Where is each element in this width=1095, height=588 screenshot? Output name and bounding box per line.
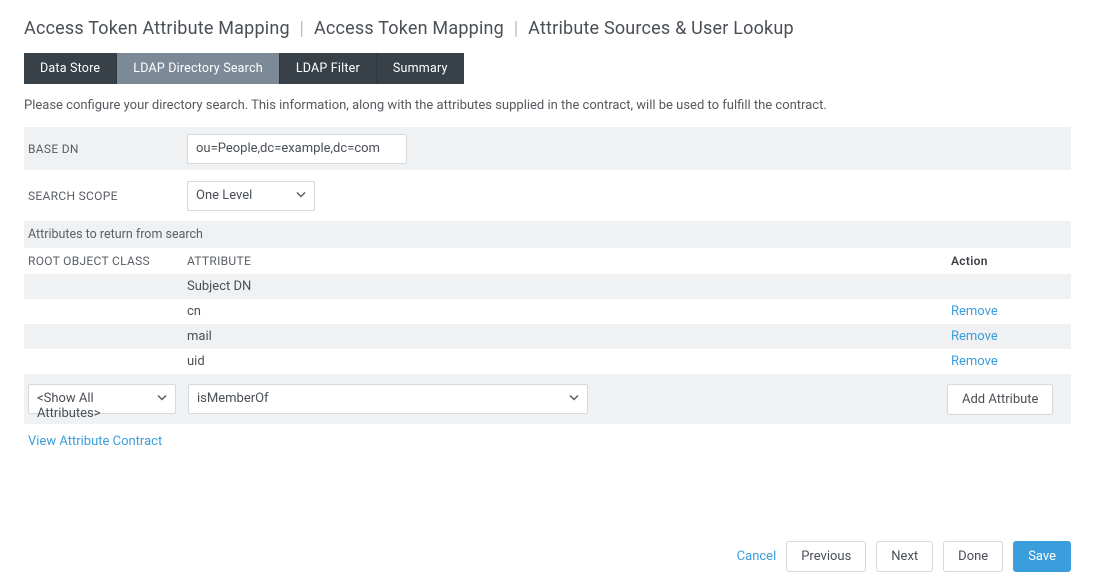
tab-ldap-filter[interactable]: LDAP Filter xyxy=(279,53,376,84)
footer-actions: Cancel Previous Next Done Save xyxy=(737,541,1071,572)
table-row: Subject DN xyxy=(24,274,1071,299)
col-header-action: Action xyxy=(951,254,1071,268)
row-base-dn: BASE DN xyxy=(24,127,1071,171)
next-button[interactable]: Next xyxy=(876,541,933,572)
view-contract-row: View Attribute Contract xyxy=(24,424,1071,449)
remove-link[interactable]: Remove xyxy=(951,304,998,319)
tab-data-store[interactable]: Data Store xyxy=(24,53,116,84)
col-header-root: ROOT OBJECT CLASS xyxy=(24,254,187,268)
table-row: mail Remove xyxy=(24,324,1071,349)
cell-attr: mail xyxy=(187,329,951,344)
save-button[interactable]: Save xyxy=(1013,541,1071,572)
previous-button[interactable]: Previous xyxy=(786,541,866,572)
done-button[interactable]: Done xyxy=(943,541,1003,572)
table-row: cn Remove xyxy=(24,299,1071,324)
view-attribute-contract-link[interactable]: View Attribute Contract xyxy=(28,434,162,449)
chevron-down-icon xyxy=(296,188,306,203)
table-row: uid Remove xyxy=(24,349,1071,374)
base-dn-input[interactable] xyxy=(187,134,407,164)
chevron-down-icon xyxy=(569,392,579,407)
tab-summary[interactable]: Summary xyxy=(376,53,464,84)
base-dn-label: BASE DN xyxy=(24,142,187,156)
cell-attr: Subject DN xyxy=(187,279,951,294)
tab-bar: Data Store LDAP Directory Search LDAP Fi… xyxy=(24,53,1071,84)
tab-ldap-directory-search[interactable]: LDAP Directory Search xyxy=(116,53,279,84)
remove-link[interactable]: Remove xyxy=(951,329,998,344)
breadcrumb-separator: | xyxy=(514,18,518,39)
cell-attr: cn xyxy=(187,304,951,319)
add-attribute-button[interactable]: Add Attribute xyxy=(947,384,1053,415)
breadcrumb-part-2: Access Token Mapping xyxy=(314,18,504,39)
root-class-select-value: <Show All Attributes> xyxy=(29,385,175,427)
breadcrumb: Access Token Attribute Mapping | Access … xyxy=(24,18,1071,39)
attribute-select-value: isMemberOf xyxy=(189,385,303,412)
row-search-scope: SEARCH SCOPE One Level xyxy=(24,171,1071,221)
search-scope-value: One Level xyxy=(188,182,286,209)
attributes-section-header: Attributes to return from search xyxy=(24,221,1071,248)
cell-attr: uid xyxy=(187,354,951,369)
attribute-select[interactable]: isMemberOf xyxy=(188,384,588,414)
breadcrumb-part-1: Access Token Attribute Mapping xyxy=(24,18,290,39)
remove-link[interactable]: Remove xyxy=(951,354,998,369)
add-attribute-row: <Show All Attributes> isMemberOf Add Att… xyxy=(24,374,1071,424)
table-header-row: ROOT OBJECT CLASS ATTRIBUTE Action xyxy=(24,248,1071,274)
breadcrumb-part-3: Attribute Sources & User Lookup xyxy=(528,18,794,39)
breadcrumb-separator: | xyxy=(300,18,304,39)
search-scope-select[interactable]: One Level xyxy=(187,181,315,211)
search-scope-label: SEARCH SCOPE xyxy=(24,189,187,203)
col-header-attr: ATTRIBUTE xyxy=(187,254,951,268)
root-class-select[interactable]: <Show All Attributes> xyxy=(28,384,176,414)
cancel-button[interactable]: Cancel xyxy=(737,549,777,564)
helper-text: Please configure your directory search. … xyxy=(24,98,1071,113)
attributes-table: ROOT OBJECT CLASS ATTRIBUTE Action Subje… xyxy=(24,248,1071,449)
